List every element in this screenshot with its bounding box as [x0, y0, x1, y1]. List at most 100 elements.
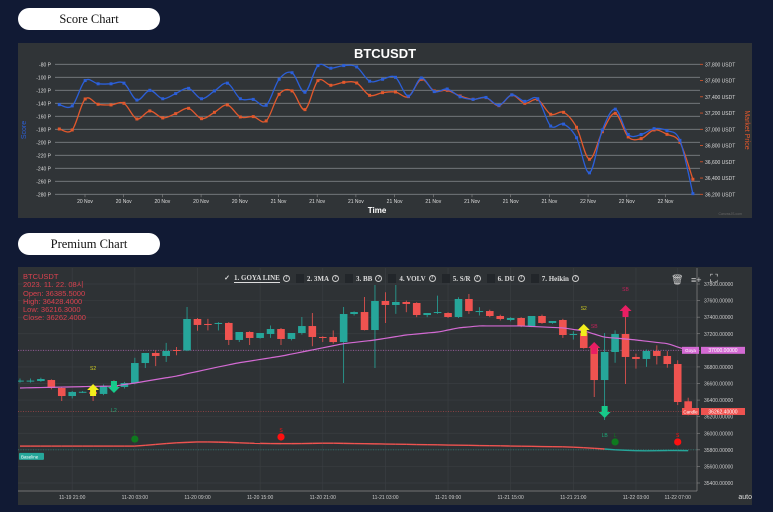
- candle: [141, 352, 150, 368]
- score-point: [381, 77, 385, 81]
- checkbox[interactable]: [388, 274, 397, 283]
- candle: [486, 309, 494, 318]
- y-tick-label: 37800.00000: [704, 282, 733, 288]
- checkbox[interactable]: [295, 274, 304, 283]
- y-tick-label: -200 P: [36, 140, 51, 146]
- checkbox[interactable]: [530, 274, 539, 283]
- candle-body: [329, 336, 337, 343]
- score-point: [316, 64, 320, 68]
- indicator-toggle[interactable]: 7. Heikin?: [530, 273, 579, 284]
- candle: [277, 327, 285, 346]
- y-axis-title: Score: [21, 121, 28, 139]
- signal-label: SB: [622, 287, 629, 293]
- info-icon[interactable]: ?: [517, 275, 525, 282]
- candle: [37, 377, 45, 382]
- candle-body: [632, 356, 640, 359]
- indicator-toggle[interactable]: 6. DU?: [486, 273, 525, 284]
- signal-label: L2: [111, 408, 117, 414]
- signal-dot: [277, 433, 285, 441]
- score-point: [329, 66, 333, 70]
- candle-body: [78, 391, 87, 393]
- candle-tag-name: Candle: [683, 409, 698, 414]
- y2-tick-label: 37,400 USDT: [705, 95, 735, 101]
- candle-body: [204, 323, 212, 325]
- x-tick-label: 11-21 21:00: [560, 495, 587, 501]
- info-icon[interactable]: ?: [473, 275, 481, 282]
- add-list-icon[interactable]: ≡+: [691, 275, 702, 285]
- candle-body: [318, 336, 327, 338]
- indicator-toggle[interactable]: ✓ 1. GOYA LINE?: [223, 273, 290, 284]
- checkbox[interactable]: [441, 274, 450, 283]
- y-tick-label: 37400.00000: [704, 315, 733, 321]
- indicator-label[interactable]: 4. VOLV: [399, 275, 425, 283]
- score-point: [355, 65, 359, 69]
- y2-tick-label: 36,800 USDT: [705, 144, 735, 150]
- x-axis-title: Time: [368, 206, 387, 215]
- price-point: [109, 103, 113, 107]
- premium-chart-tab[interactable]: Premium Chart: [18, 233, 160, 255]
- candle: [78, 390, 87, 394]
- candle: [392, 284, 400, 314]
- y-tick-label: 37200.00000: [704, 332, 733, 338]
- x-tick-label: 21 Nov: [464, 199, 480, 205]
- score-point: [238, 97, 242, 101]
- indicator-toggle[interactable]: 2. 3MA?: [295, 273, 340, 284]
- candle-body: [475, 311, 484, 313]
- fullscreen-icon[interactable]: ⛶: [710, 273, 718, 286]
- y-tick-label: -100 P: [36, 75, 51, 81]
- lower-indicator-segment: [145, 443, 156, 446]
- candle-body: [569, 333, 578, 335]
- indicator-label[interactable]: 5. S/R: [453, 275, 471, 283]
- checkbox[interactable]: [486, 274, 495, 283]
- watermark: CanvasJS.com: [718, 212, 742, 216]
- score-point: [342, 64, 346, 68]
- indicator-label[interactable]: 2. 3MA: [307, 275, 329, 283]
- candle: [423, 313, 431, 318]
- candle-body: [256, 333, 264, 338]
- indicator-toggle[interactable]: 3. BB?: [345, 273, 383, 284]
- price-point: [238, 115, 242, 119]
- candle-body: [392, 301, 400, 305]
- signal-dot: [131, 435, 139, 443]
- indicator-toggle[interactable]: 5. S/R?: [441, 273, 481, 284]
- scale-mode-button[interactable]: auto: [738, 494, 752, 501]
- y2-axis-title: Market Price: [743, 110, 750, 149]
- price-point: [329, 83, 333, 87]
- candle-body: [423, 313, 431, 316]
- candle-body: [611, 333, 619, 352]
- indicator-label[interactable]: 1. GOYA LINE: [234, 274, 280, 283]
- signal-arrow-down: SB: [619, 287, 632, 317]
- signal-label: S2: [90, 366, 96, 372]
- candle: [57, 386, 66, 401]
- candle-body: [402, 301, 411, 304]
- info-icon[interactable]: ?: [332, 275, 340, 282]
- info-icon[interactable]: ?: [375, 275, 383, 282]
- x-tick-label: 21 Nov: [271, 199, 287, 205]
- candle: [371, 284, 379, 368]
- indicator-label[interactable]: 3. BB: [356, 275, 372, 283]
- y-tick-label: 36000.00000: [704, 431, 733, 437]
- indicator-label[interactable]: 6. DU: [498, 275, 515, 283]
- signal-dot-label: L: [614, 433, 617, 439]
- checkbox[interactable]: [345, 274, 354, 283]
- candle-body: [225, 322, 233, 340]
- x-tick-label: 20 Nov: [193, 199, 209, 205]
- price-point: [264, 119, 268, 123]
- candle: [318, 336, 327, 343]
- price-point: [587, 157, 591, 161]
- candle: [642, 349, 651, 367]
- indicator-toggle[interactable]: 4. VOLV?: [388, 273, 436, 284]
- trash-icon[interactable]: 🗑: [671, 275, 684, 286]
- info-icon[interactable]: ?: [282, 275, 290, 282]
- x-tick-label: 11-22 03:00: [623, 495, 650, 501]
- candle: [287, 333, 296, 341]
- candle: [162, 342, 170, 362]
- info-icon[interactable]: ?: [571, 275, 579, 282]
- y-tick-label: -80 P: [39, 62, 52, 68]
- y2-tick-label: 36,600 USDT: [705, 160, 735, 166]
- info-icon[interactable]: ?: [428, 275, 436, 282]
- score-chart-tab[interactable]: Score Chart: [18, 8, 160, 30]
- candle: [204, 318, 212, 331]
- indicator-label[interactable]: 7. Heikin: [542, 275, 569, 283]
- checkbox-checked[interactable]: ✓: [223, 274, 231, 283]
